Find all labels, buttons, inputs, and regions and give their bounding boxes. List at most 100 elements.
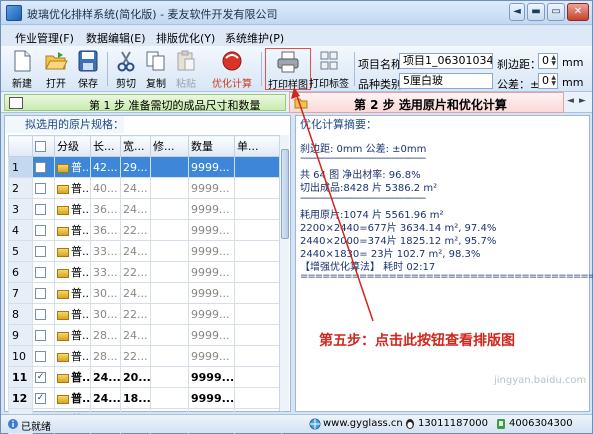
unit-price-cell[interactable]	[234, 177, 282, 199]
trim-cell[interactable]	[150, 387, 189, 409]
grade-cell[interactable]: 普...	[54, 303, 91, 325]
row-checkbox[interactable]	[35, 246, 46, 257]
length-cell[interactable]: 40...	[90, 177, 121, 199]
trim-cell[interactable]	[150, 156, 189, 178]
unit-price-cell[interactable]	[234, 219, 282, 241]
row-checkbox[interactable]	[35, 309, 46, 320]
minimize-button[interactable]: ▬	[527, 3, 545, 21]
step-next-icon[interactable]: ►	[579, 96, 586, 106]
grade-cell[interactable]: 普...	[54, 366, 91, 388]
quantity-cell[interactable]: 9999...	[188, 156, 235, 178]
row-number[interactable]: 4	[8, 219, 33, 241]
table-row[interactable]: 3 普... 36... 24... 9999...	[8, 198, 282, 220]
width-cell[interactable]: 20...	[120, 366, 151, 388]
unit-price-cell[interactable]	[234, 345, 282, 367]
grade-cell[interactable]: 普...	[54, 198, 91, 220]
quantity-cell[interactable]: 9999...	[188, 261, 235, 283]
row-checkbox[interactable]	[35, 267, 46, 278]
header-length[interactable]: 长...	[90, 135, 121, 157]
row-number[interactable]: 8	[8, 303, 33, 325]
header-grade[interactable]: 分级	[54, 135, 91, 157]
edge-spinner[interactable]: 0 ▲ ▼	[538, 53, 558, 69]
width-cell[interactable]: 22...	[120, 219, 151, 241]
grade-cell[interactable]: 普...	[54, 219, 91, 241]
variety-field[interactable]: 5厘白玻	[399, 73, 493, 89]
width-cell[interactable]: 29...	[120, 156, 151, 178]
width-cell[interactable]: 24...	[120, 324, 151, 346]
length-cell[interactable]: 30...	[90, 303, 121, 325]
paste-button[interactable]: 粘贴	[171, 48, 201, 90]
row-checkbox-cell[interactable]	[32, 261, 55, 283]
width-cell[interactable]: 24...	[120, 177, 151, 199]
header-select-all[interactable]	[32, 135, 55, 157]
quantity-cell[interactable]: 9999...	[188, 387, 235, 409]
step-1-tab[interactable]: 第 1 步 准备需切的成品尺寸和数量	[4, 94, 286, 112]
row-number[interactable]: 2	[8, 177, 33, 199]
tolerance-spinner[interactable]: 0 ▲ ▼	[538, 73, 558, 89]
table-row[interactable]: 2 普... 40... 24... 9999...	[8, 177, 282, 199]
row-checkbox-cell[interactable]	[32, 219, 55, 241]
quantity-cell[interactable]: 9999...	[188, 366, 235, 388]
status-website[interactable]: www.gyglass.cn	[323, 418, 403, 429]
row-number[interactable]: 7	[8, 282, 33, 304]
unit-price-cell[interactable]	[234, 240, 282, 262]
width-cell[interactable]: 22...	[120, 303, 151, 325]
cut-button[interactable]: 剪切	[111, 48, 141, 90]
spinner-arrows-icon[interactable]: ▲ ▼	[547, 55, 556, 67]
row-number[interactable]: 12	[8, 387, 33, 409]
unit-price-cell[interactable]	[234, 156, 282, 178]
vertical-scrollbar[interactable]	[279, 135, 289, 411]
trim-cell[interactable]	[150, 303, 189, 325]
length-cell[interactable]: 24...	[90, 366, 121, 388]
unit-price-cell[interactable]	[234, 303, 282, 325]
row-checkbox[interactable]	[35, 225, 46, 236]
row-number[interactable]: 11	[8, 366, 33, 388]
length-cell[interactable]: 33...	[90, 240, 121, 262]
row-checkbox-cell[interactable]	[32, 303, 55, 325]
trim-cell[interactable]	[150, 282, 189, 304]
header-unit-price[interactable]: 单...	[234, 135, 282, 157]
length-cell[interactable]: 28...	[90, 345, 121, 367]
status-phone[interactable]: 4006304300	[509, 418, 573, 429]
menu-system-maintenance[interactable]: 系统维护(P)	[225, 30, 284, 46]
quantity-cell[interactable]: 9999...	[188, 177, 235, 199]
open-button[interactable]: 打开	[41, 48, 71, 90]
width-cell[interactable]: 18...	[120, 387, 151, 409]
new-button[interactable]: 新建	[7, 48, 37, 90]
trim-cell[interactable]	[150, 345, 189, 367]
trim-cell[interactable]	[150, 261, 189, 283]
save-button[interactable]: 保存	[73, 48, 103, 90]
row-number[interactable]: 5	[8, 240, 33, 262]
grade-cell[interactable]: 普...	[54, 282, 91, 304]
row-checkbox[interactable]	[35, 330, 46, 341]
width-cell[interactable]: 24...	[120, 240, 151, 262]
grade-cell[interactable]: 普...	[54, 387, 91, 409]
unit-price-cell[interactable]	[234, 282, 282, 304]
print-layout-button[interactable]: 打印样图	[265, 48, 311, 91]
title-bar[interactable]: 玻璃优化排样系统(简化版) - 麦友软件开发有限公司 ◄ ▬ ▭ ✕	[1, 1, 592, 25]
grade-cell[interactable]: 普...	[54, 240, 91, 262]
project-name-field[interactable]: 项目1_06301034	[399, 53, 493, 69]
row-checkbox[interactable]	[35, 288, 46, 299]
step-prev-icon[interactable]: ◄	[567, 96, 574, 106]
row-number[interactable]: 9	[8, 324, 33, 346]
grade-cell[interactable]: 普...	[54, 345, 91, 367]
length-cell[interactable]: 28...	[90, 324, 121, 346]
scrollbar-thumb[interactable]	[281, 149, 289, 239]
row-checkbox-cell[interactable]	[32, 282, 55, 304]
quantity-cell[interactable]: 9999...	[188, 282, 235, 304]
table-row[interactable]: 1 普... 42... 29... 9999...	[8, 156, 282, 178]
table-row[interactable]: 8 普... 30... 22... 9999...	[8, 303, 282, 325]
row-checkbox-cell[interactable]	[32, 198, 55, 220]
row-checkbox-cell[interactable]	[32, 324, 55, 346]
close-button[interactable]: ✕	[567, 3, 589, 21]
width-cell[interactable]: 24...	[120, 282, 151, 304]
table-row[interactable]: 5 普... 33... 24... 9999...	[8, 240, 282, 262]
print-label-button[interactable]: 打印标签	[309, 48, 349, 90]
unit-price-cell[interactable]	[234, 387, 282, 409]
row-checkbox[interactable]	[35, 351, 46, 362]
row-checkbox-cell[interactable]	[32, 177, 55, 199]
row-checkbox-cell[interactable]	[32, 345, 55, 367]
quantity-cell[interactable]: 9999...	[188, 198, 235, 220]
length-cell[interactable]: 42...	[90, 156, 121, 178]
